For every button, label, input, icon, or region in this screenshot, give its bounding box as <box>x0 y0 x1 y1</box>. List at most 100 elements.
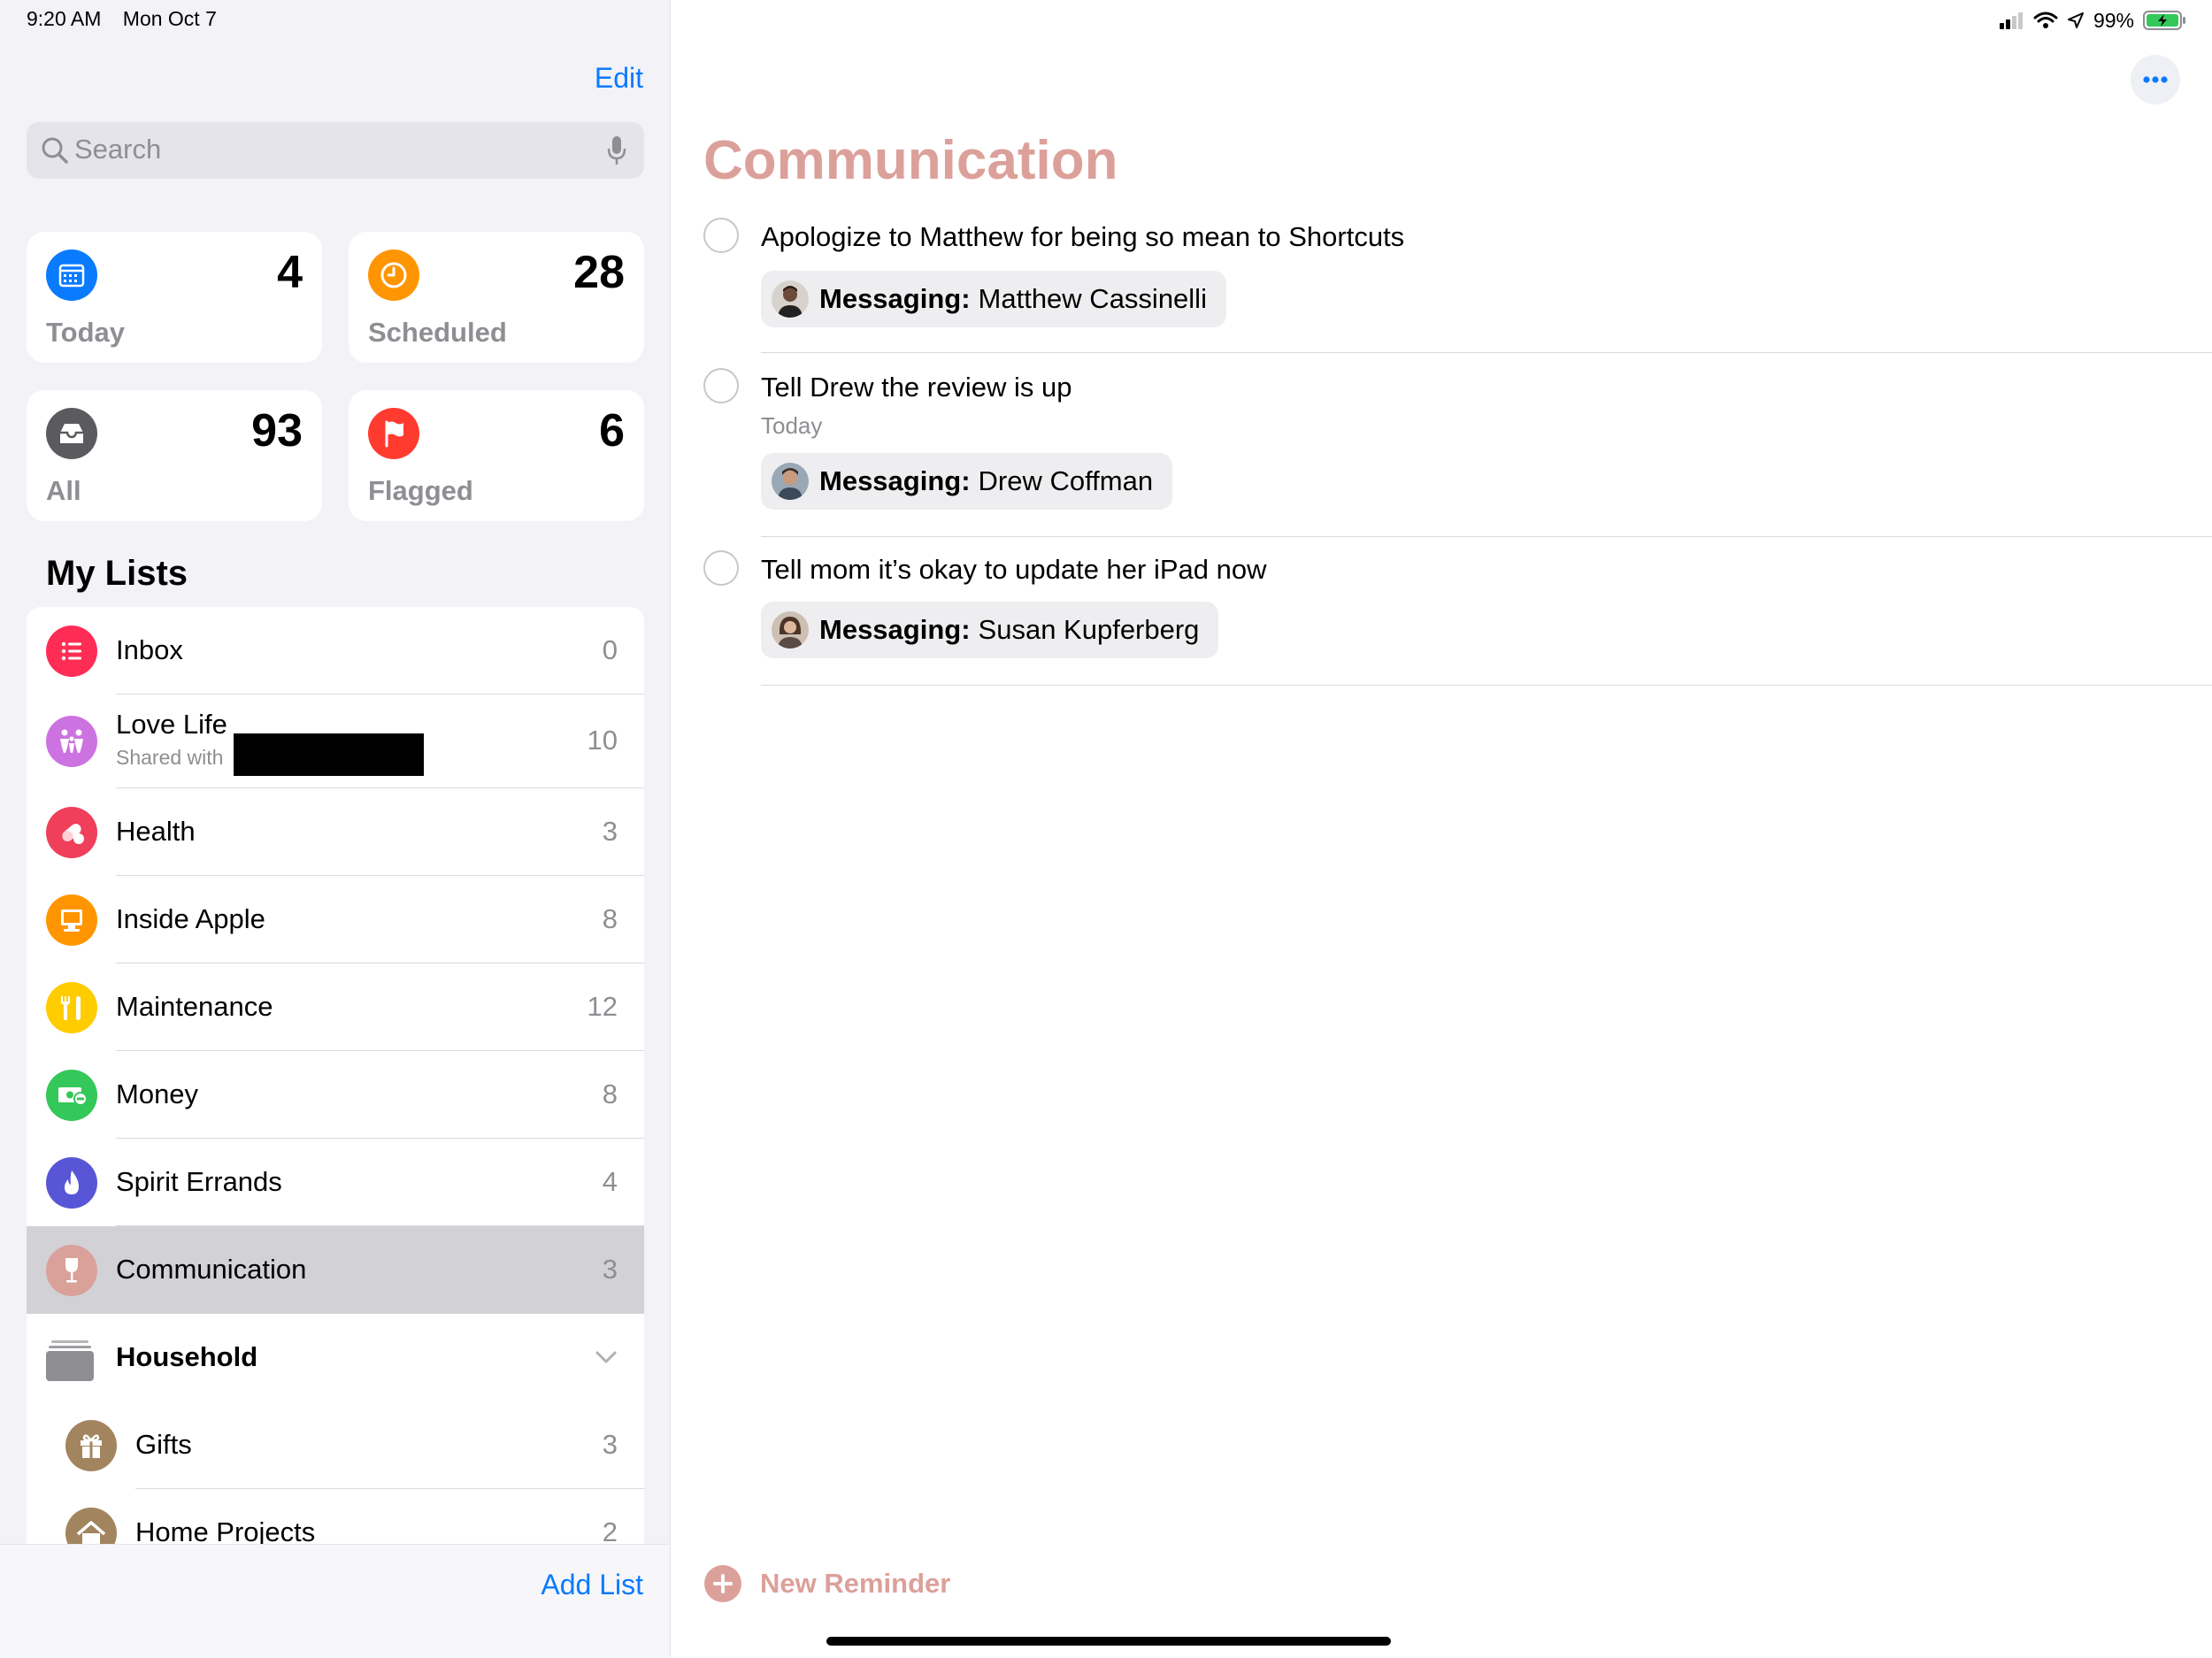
scheduled-count: 28 <box>573 247 625 298</box>
list-item-label: Spirit Errands <box>116 1165 282 1197</box>
contact-name: Susan Kupferberg <box>978 614 1200 645</box>
list-item-count: 4 <box>602 1165 618 1197</box>
flagged-label: Flagged <box>368 475 473 506</box>
list-item-maintenance[interactable]: Maintenance 12 <box>27 963 644 1051</box>
calendar-icon <box>46 249 97 301</box>
today-label: Today <box>46 317 125 348</box>
pills-icon <box>46 806 97 858</box>
flame-icon <box>46 1156 97 1209</box>
reminder-title[interactable]: Apologize to Matthew for being so mean t… <box>761 221 1404 253</box>
list-item-label: Inbox <box>116 633 183 665</box>
list-item-count: 3 <box>602 1253 618 1285</box>
flag-icon <box>368 408 419 459</box>
list-item-inside-apple[interactable]: Inside Apple 8 <box>27 876 644 963</box>
list-item-communication[interactable]: Communication 3 <box>27 1226 644 1314</box>
redaction-bar <box>234 733 424 776</box>
list-item-count: 12 <box>587 990 618 1022</box>
reminder-checkbox[interactable] <box>703 368 739 403</box>
main-panel: 99% Communication Apologize to Matthew f… <box>671 0 2212 1658</box>
ellipsis-icon <box>2143 76 2168 83</box>
status-time: 9:20 AM <box>27 7 102 30</box>
list-item-label: Maintenance <box>116 990 273 1022</box>
avatar <box>772 611 809 649</box>
list-item-gifts[interactable]: Gifts 3 <box>27 1401 644 1489</box>
list-item-label: Gifts <box>135 1428 192 1460</box>
add-list-button[interactable]: Add List <box>541 1569 643 1601</box>
battery-charging-icon <box>2143 11 2185 30</box>
money-icon <box>46 1069 97 1121</box>
list-item-count: 3 <box>602 1428 618 1460</box>
contact-name: Drew Coffman <box>978 465 1154 496</box>
reminder-checkbox[interactable] <box>703 550 739 586</box>
chevron-down-icon[interactable] <box>595 1346 618 1369</box>
list-item-love-life[interactable]: Love Life Shared with 10 <box>27 695 644 788</box>
smart-list-scheduled[interactable]: 28 Scheduled <box>349 232 644 363</box>
group-household[interactable]: Household <box>27 1314 644 1401</box>
more-options-button[interactable] <box>2131 55 2180 104</box>
location-arrow-icon <box>2067 12 2084 28</box>
sidebar: 9:20 AM Mon Oct 7 Edit Search 4 Today 28… <box>0 0 671 1658</box>
list-item-count: 3 <box>602 815 618 847</box>
my-lists: Inbox 0 Love Life Shared with 10 Health … <box>27 607 644 1577</box>
scheduled-label: Scheduled <box>368 317 507 348</box>
list-item-count: 8 <box>602 1078 618 1109</box>
messaging-contact-pill[interactable]: Messaging: Susan Kupferberg <box>761 602 1219 658</box>
smart-list-flagged[interactable]: 6 Flagged <box>349 390 644 521</box>
smart-list-all[interactable]: 93 All <box>27 390 322 521</box>
smart-list-today[interactable]: 4 Today <box>27 232 322 363</box>
list-item-inbox[interactable]: Inbox 0 <box>27 607 644 695</box>
shared-with-label: Shared with <box>116 746 224 769</box>
group-folder-icon <box>46 1340 94 1381</box>
reminder-title[interactable]: Tell Drew the review is up <box>761 372 1071 403</box>
cellular-signal-icon <box>1999 12 2023 29</box>
reminder-item: Tell Drew the review is up Today Messagi… <box>671 368 2212 537</box>
group-label: Household <box>116 1340 258 1372</box>
list-item-money[interactable]: Money 8 <box>27 1051 644 1139</box>
tools-icon <box>46 981 97 1033</box>
list-item-count: 10 <box>587 725 618 756</box>
status-bar-left: 9:20 AM Mon Oct 7 <box>27 7 233 31</box>
status-date: Mon Oct 7 <box>122 7 217 30</box>
avatar <box>772 463 809 500</box>
search-field[interactable]: Search <box>27 122 644 179</box>
list-item-count: 8 <box>602 902 618 934</box>
wineglass-icon <box>46 1244 97 1296</box>
reminder-title[interactable]: Tell mom it’s okay to update her iPad no… <box>761 554 1267 586</box>
list-icon <box>46 625 97 677</box>
list-title: Communication <box>703 130 1118 191</box>
new-reminder-label: New Reminder <box>760 1568 951 1599</box>
divider <box>761 352 2212 353</box>
messaging-app-label: Messaging: <box>819 614 971 645</box>
reminder-checkbox[interactable] <box>703 218 739 253</box>
microphone-icon[interactable] <box>605 134 628 166</box>
tray-icon <box>46 408 97 459</box>
avatar <box>772 280 809 318</box>
messaging-contact-pill[interactable]: Messaging: Matthew Cassinelli <box>761 271 1226 327</box>
messaging-contact-pill[interactable]: Messaging: Drew Coffman <box>761 453 1173 510</box>
today-count: 4 <box>277 247 303 298</box>
flagged-count: 6 <box>599 405 625 457</box>
list-item-label: Love Life <box>116 709 227 740</box>
status-bar-right: 99% <box>1999 7 2187 34</box>
reminder-item: Apologize to Matthew for being so mean t… <box>671 218 2212 353</box>
reminder-date: Today <box>761 412 823 439</box>
list-item-label: Money <box>116 1078 199 1109</box>
desktop-icon <box>46 894 97 946</box>
search-icon <box>42 137 68 164</box>
my-lists-heading: My Lists <box>46 554 188 593</box>
all-label: All <box>46 475 81 506</box>
list-item-count: 0 <box>602 633 618 665</box>
home-indicator[interactable] <box>826 1637 1391 1646</box>
edit-button[interactable]: Edit <box>595 62 643 95</box>
gift-icon <box>65 1419 117 1471</box>
search-input[interactable]: Search <box>74 134 161 165</box>
battery-percentage: 99% <box>2093 8 2134 32</box>
clock-icon <box>368 249 419 301</box>
new-reminder-button[interactable]: New Reminder <box>703 1564 950 1603</box>
plus-circle-icon <box>704 1565 741 1602</box>
wifi-icon <box>2033 12 2058 28</box>
divider <box>761 536 2212 537</box>
list-item-health[interactable]: Health 3 <box>27 788 644 876</box>
list-item-label: Communication <box>116 1253 307 1285</box>
list-item-spirit-errands[interactable]: Spirit Errands 4 <box>27 1139 644 1226</box>
